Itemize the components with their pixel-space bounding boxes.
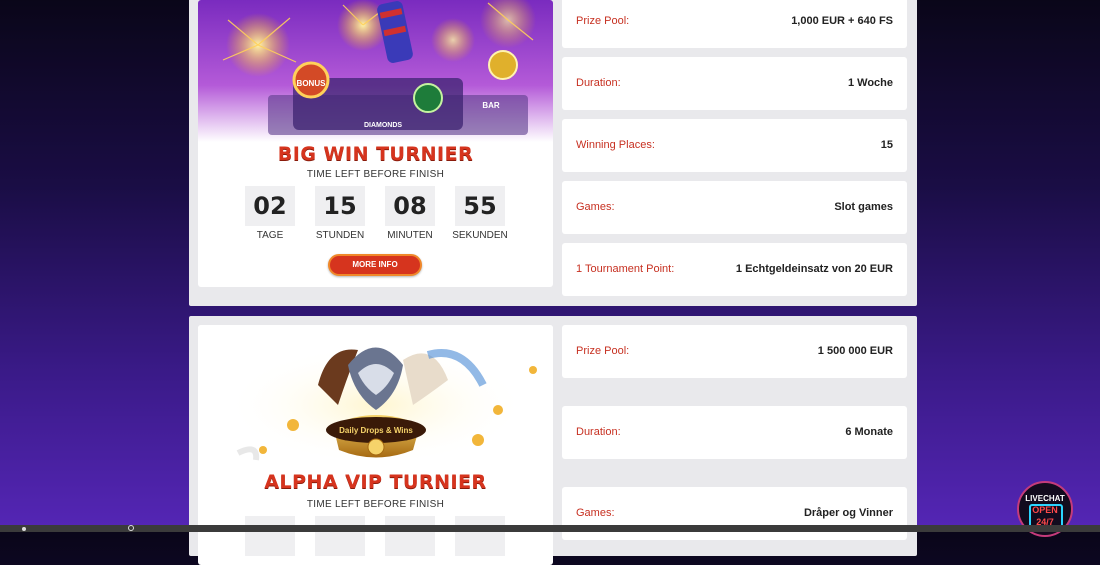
time-left-label: TIME LEFT BEFORE FINISH: [306, 169, 445, 180]
tournament-title: BIG WIN TURNIER: [277, 143, 474, 165]
detail-key: 1 Tournament Point:: [576, 263, 675, 275]
circle-icon: [128, 525, 134, 531]
detail-row-prize-pool: Prize Pool: 1,000 EUR + 640 FS: [562, 0, 907, 48]
tournament-card-alpha-vip: Daily Drops & Wins ALPHA VIP TURNIER TIM…: [189, 316, 917, 565]
detail-key: Games:: [576, 507, 615, 519]
time-left-label: TIME LEFT BEFORE FINISH: [306, 499, 445, 510]
svg-text:BONUS: BONUS: [297, 79, 327, 88]
detail-key: Games:: [576, 201, 615, 213]
detail-value: Dråper og Vinner: [803, 507, 893, 519]
countdown-seconds-value: [455, 516, 505, 556]
more-info-button[interactable]: MORE INFO: [328, 254, 422, 276]
livechat-open-label: OPEN: [1032, 505, 1058, 515]
countdown-hours-label: STUNDEN: [315, 230, 365, 241]
detail-row-duration: Duration: 1 Woche: [562, 57, 907, 110]
detail-row-games: Games: Dråper og Vinner: [562, 487, 907, 540]
countdown-days-value: [245, 516, 295, 556]
detail-key: Duration:: [576, 77, 621, 89]
countdown-seconds-value: 55: [455, 186, 505, 226]
detail-key: Winning Places:: [576, 139, 655, 151]
countdown-minutes-label: MINUTEN: [387, 230, 433, 241]
detail-value: 1 500 000 EUR: [817, 345, 893, 357]
detail-row-games: Games: Slot games: [562, 181, 907, 234]
svg-text:BAR: BAR: [482, 101, 500, 110]
countdown-minutes-value: [385, 516, 435, 556]
detail-row-winning-places: Winning Places: 15: [562, 119, 907, 172]
tournament-title: ALPHA VIP TURNIER: [264, 471, 487, 493]
detail-value: Slot games: [834, 201, 893, 213]
bottom-toolbar: [0, 525, 1100, 532]
countdown-seconds-label: SEKUNDEN: [452, 230, 508, 241]
tournament-banner-image: BONUS DIAMONDS BAR: [198, 0, 553, 142]
countdown-hours-value: 15: [315, 186, 365, 226]
detail-row-duration: Duration: 6 Monate: [562, 406, 907, 459]
tournament-banner-image: Daily Drops & Wins: [198, 325, 553, 470]
detail-value: 6 Monate: [845, 426, 893, 438]
detail-row-tournament-point: 1 Tournament Point: 1 Echtgeldeinsatz vo…: [562, 243, 907, 296]
svg-text:DIAMONDS: DIAMONDS: [364, 122, 402, 129]
detail-value: 1 Woche: [847, 77, 893, 89]
countdown-days-label: TAGE: [256, 230, 284, 241]
dot-icon: [22, 527, 26, 531]
countdown-minutes-value: 08: [385, 186, 435, 226]
detail-value: 1 Echtgeldeinsatz von 20 EUR: [735, 263, 893, 275]
detail-key: Duration:: [576, 426, 621, 438]
tournament-card-big-win: BONUS DIAMONDS BAR BIG WIN TURNIER TIME …: [189, 0, 917, 306]
livechat-label: LIVECHAT: [1025, 494, 1065, 503]
detail-key: Prize Pool:: [576, 345, 630, 357]
countdown-days-value: 02: [245, 186, 295, 226]
detail-key: Prize Pool:: [576, 15, 630, 27]
tournament-promo-panel: BONUS DIAMONDS BAR BIG WIN TURNIER TIME …: [198, 0, 553, 287]
detail-value: 1,000 EUR + 640 FS: [791, 15, 893, 27]
countdown-hours-value: [315, 516, 365, 556]
detail-value: 15: [880, 139, 893, 151]
detail-row-prize-pool: Prize Pool: 1 500 000 EUR: [562, 325, 907, 378]
svg-text:Daily Drops & Wins: Daily Drops & Wins: [339, 426, 413, 435]
